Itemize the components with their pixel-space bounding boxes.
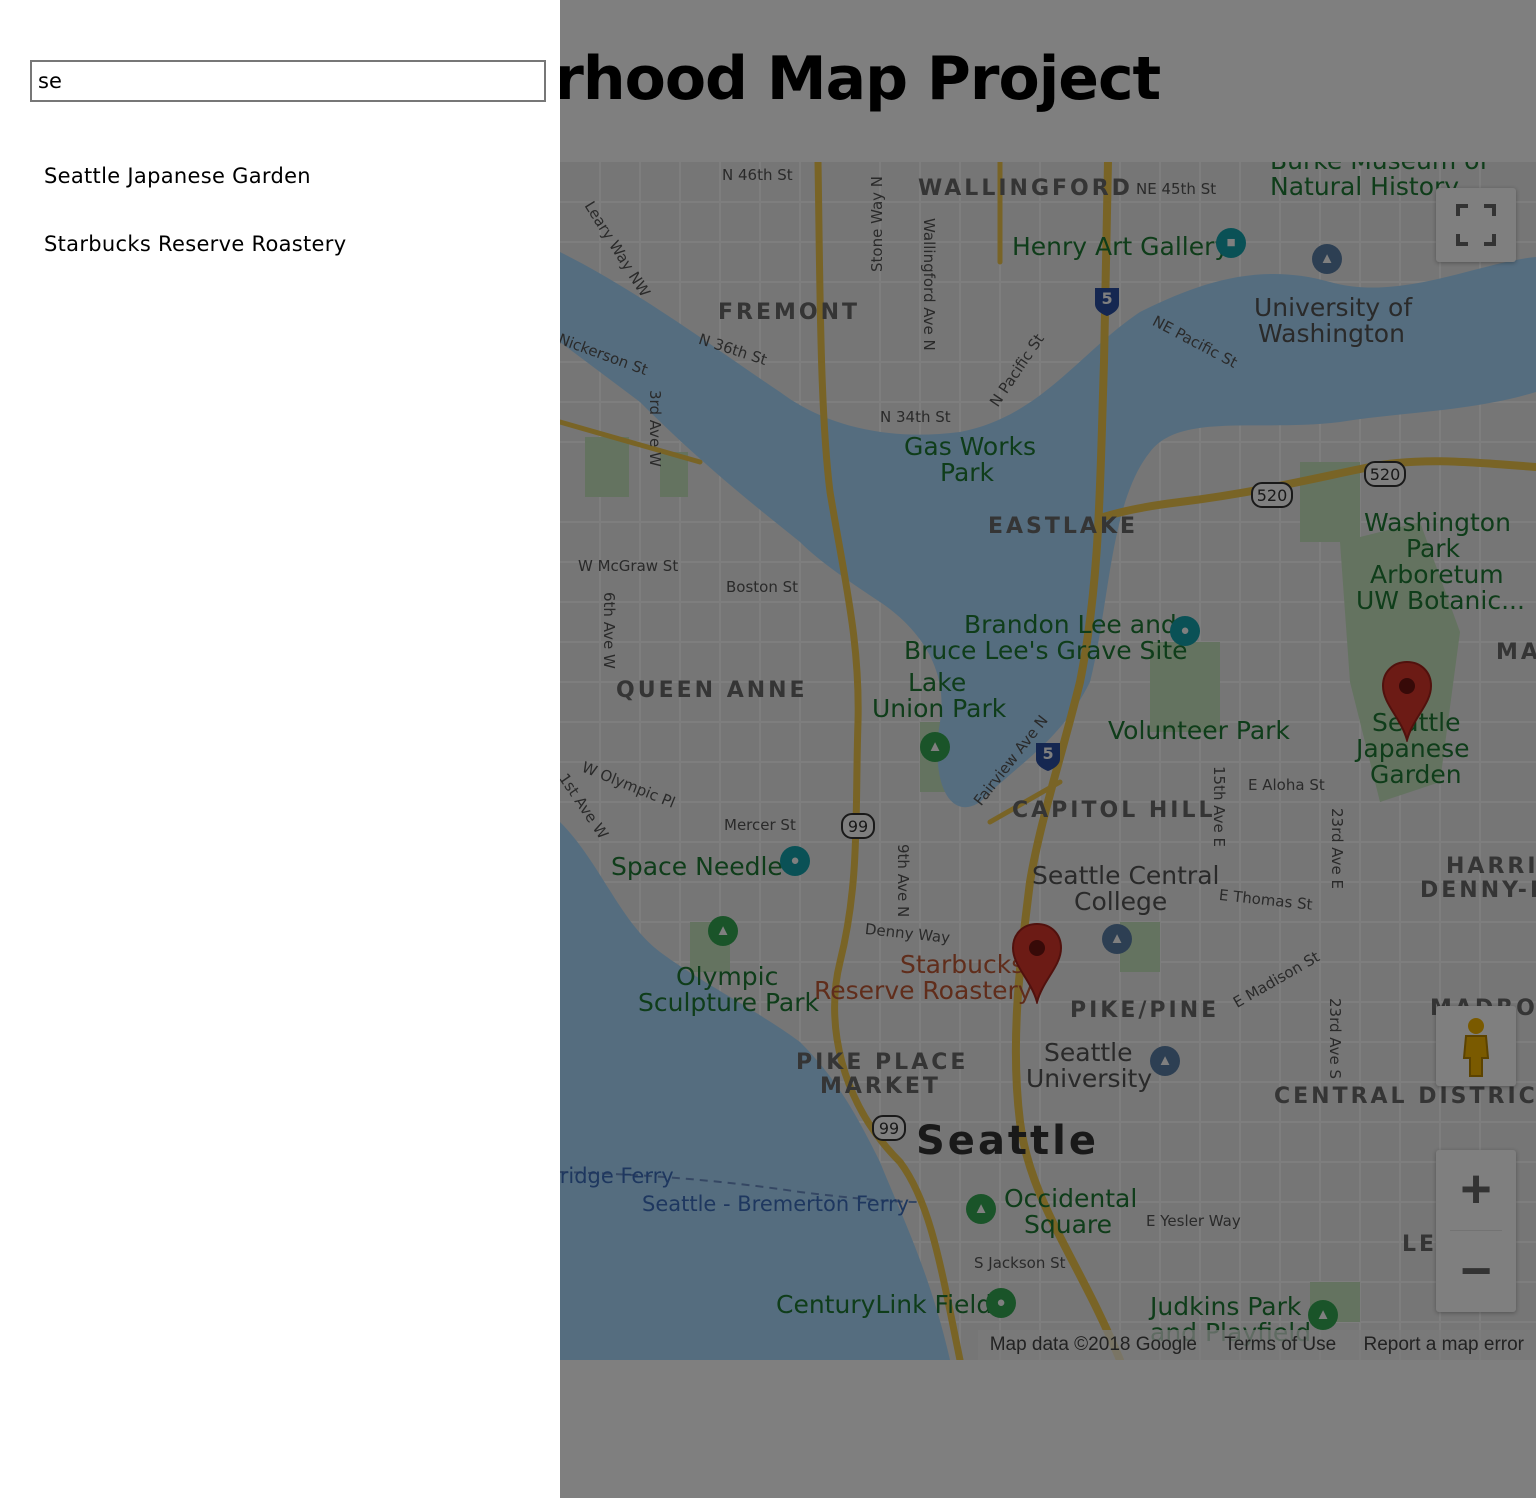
results-list: Seattle Japanese Garden Starbucks Reserv… (0, 150, 346, 286)
filter-input[interactable] (30, 60, 546, 102)
list-item[interactable]: Seattle Japanese Garden (0, 150, 346, 218)
sidebar-drawer: Seattle Japanese Garden Starbucks Reserv… (0, 0, 560, 1498)
list-item[interactable]: Starbucks Reserve Roastery (0, 218, 346, 286)
